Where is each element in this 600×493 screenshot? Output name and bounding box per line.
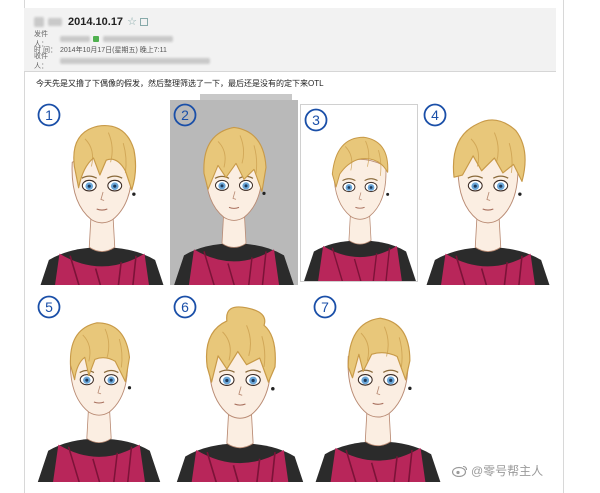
number-circle-icon: 3 (304, 108, 328, 132)
subject-date: 2014.10.17 (68, 16, 124, 28)
panel-number: 6 (181, 299, 189, 315)
recipient-blurred[interactable] (60, 58, 210, 64)
character-panel-5[interactable]: 5 (34, 292, 164, 482)
character-panel-2[interactable]: 2 (170, 100, 298, 285)
sender-status-icon (93, 36, 99, 42)
number-circle-icon: 6 (173, 295, 197, 319)
recipient-row: 收件人： (34, 53, 210, 70)
panel-number: 1 (45, 107, 53, 123)
flag-icon[interactable] (139, 18, 148, 26)
character-art (37, 322, 161, 482)
subject-row: 2014.10.17 ☆ (34, 15, 148, 29)
time-value: 2014年10月17日(星期五) 晚上7:11 (60, 47, 167, 54)
subject-blurred (48, 18, 62, 26)
character-panel-6[interactable]: 6 (170, 292, 310, 482)
recipient-label: 收件人： (34, 53, 48, 70)
sender-name-blurred[interactable] (60, 36, 90, 42)
character-panel-4[interactable]: 4 (420, 100, 556, 285)
character-art (315, 317, 441, 482)
sender-avatar-blurred (34, 17, 44, 27)
panel-number: 2 (181, 107, 189, 123)
star-icon[interactable]: ☆ (127, 16, 137, 28)
email-body-text: 今天先是又撸了下偶像的假发，然后整理筛选了一下，最后还是没有的定下来OTL (36, 79, 324, 88)
character-panel-3[interactable]: 3 (300, 104, 418, 282)
watermark: @零号帮主人 (452, 462, 543, 479)
number-circle-icon: 4 (423, 103, 447, 127)
sender-email-blurred (103, 36, 173, 42)
panel-number: 7 (321, 299, 329, 315)
panel-number: 5 (45, 299, 53, 315)
panel-number: 4 (431, 107, 439, 123)
number-circle-icon: 1 (37, 103, 61, 127)
character-art (176, 306, 304, 482)
character-panel-1[interactable]: 1 (34, 100, 170, 285)
weibo-icon (452, 465, 468, 477)
panel-number: 3 (312, 112, 320, 128)
number-circle-icon: 2 (173, 103, 197, 127)
number-circle-icon: 7 (313, 295, 337, 319)
mail-header: 2014.10.17 ☆ 发件人： 时 间： 2014年10月17日(星期五) … (24, 8, 556, 72)
character-panel-7[interactable]: 7 (310, 292, 446, 482)
watermark-text: @零号帮主人 (471, 464, 544, 478)
number-circle-icon: 5 (37, 295, 61, 319)
sender-row: 发件人： (34, 31, 173, 48)
